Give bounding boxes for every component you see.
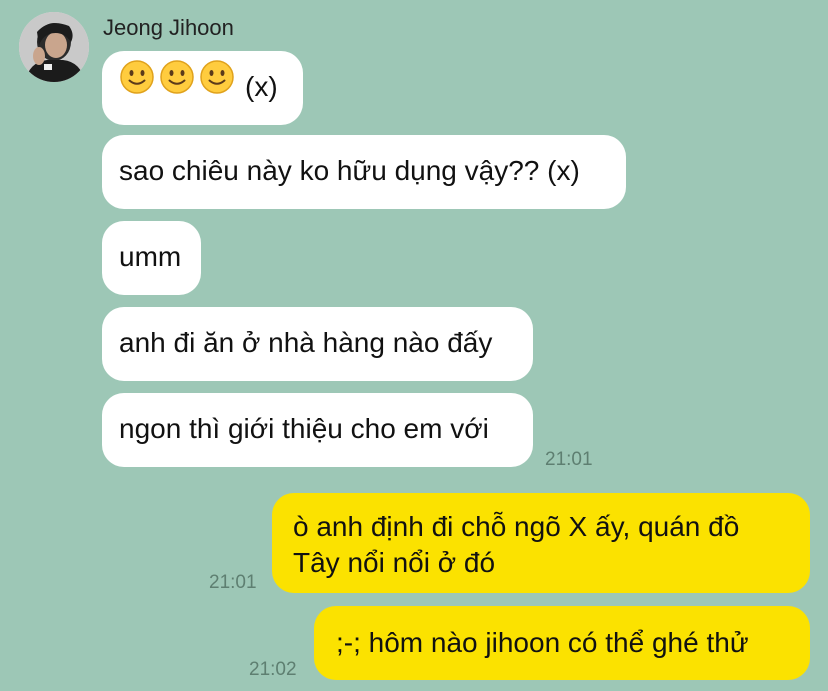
message-bubble-outgoing[interactable]: ;-; hôm nào jihoon có thể ghé thử (314, 606, 810, 680)
message-text-line: ò anh định đi chỗ ngõ X ấy, quán đồ (293, 511, 740, 542)
message-text-line: Tây nổi nổi ở đó (293, 547, 496, 578)
slightly-smiling-face-icon (119, 50, 155, 122)
message-timestamp: 21:01 (209, 572, 257, 593)
message-timestamp: 21:01 (545, 449, 593, 470)
message-text: anh đi ăn ở nhà hàng nào đấy (119, 327, 493, 358)
message-text: ngon thì giới thiệu cho em với (119, 413, 489, 444)
sender-avatar[interactable] (19, 12, 89, 82)
message-timestamp: 21:02 (249, 659, 297, 680)
message-bubble-incoming[interactable]: anh đi ăn ở nhà hàng nào đấy (102, 307, 533, 381)
message-bubble-incoming[interactable]: ngon thì giới thiệu cho em với (102, 393, 533, 467)
message-text: (x) (245, 71, 278, 102)
message-bubble-outgoing[interactable]: ò anh định đi chỗ ngõ X ấy, quán đồ Tây … (272, 493, 810, 593)
message-bubble-incoming[interactable]: sao chiêu này ko hữu dụng vậy?? (x) (102, 135, 626, 209)
message-bubble-incoming[interactable]: (x) (102, 51, 303, 125)
message-text: sao chiêu này ko hữu dụng vậy?? (x) (119, 155, 580, 186)
message-text: ;-; hôm nào jihoon có thể ghé thử (336, 627, 749, 658)
message-text: umm (119, 241, 182, 272)
message-bubble-incoming[interactable]: umm (102, 221, 201, 295)
avatar-photo (19, 12, 89, 82)
sender-name: Jeong Jihoon (103, 15, 234, 40)
slightly-smiling-face-icon (159, 50, 195, 122)
slightly-smiling-face-icon (199, 50, 235, 122)
